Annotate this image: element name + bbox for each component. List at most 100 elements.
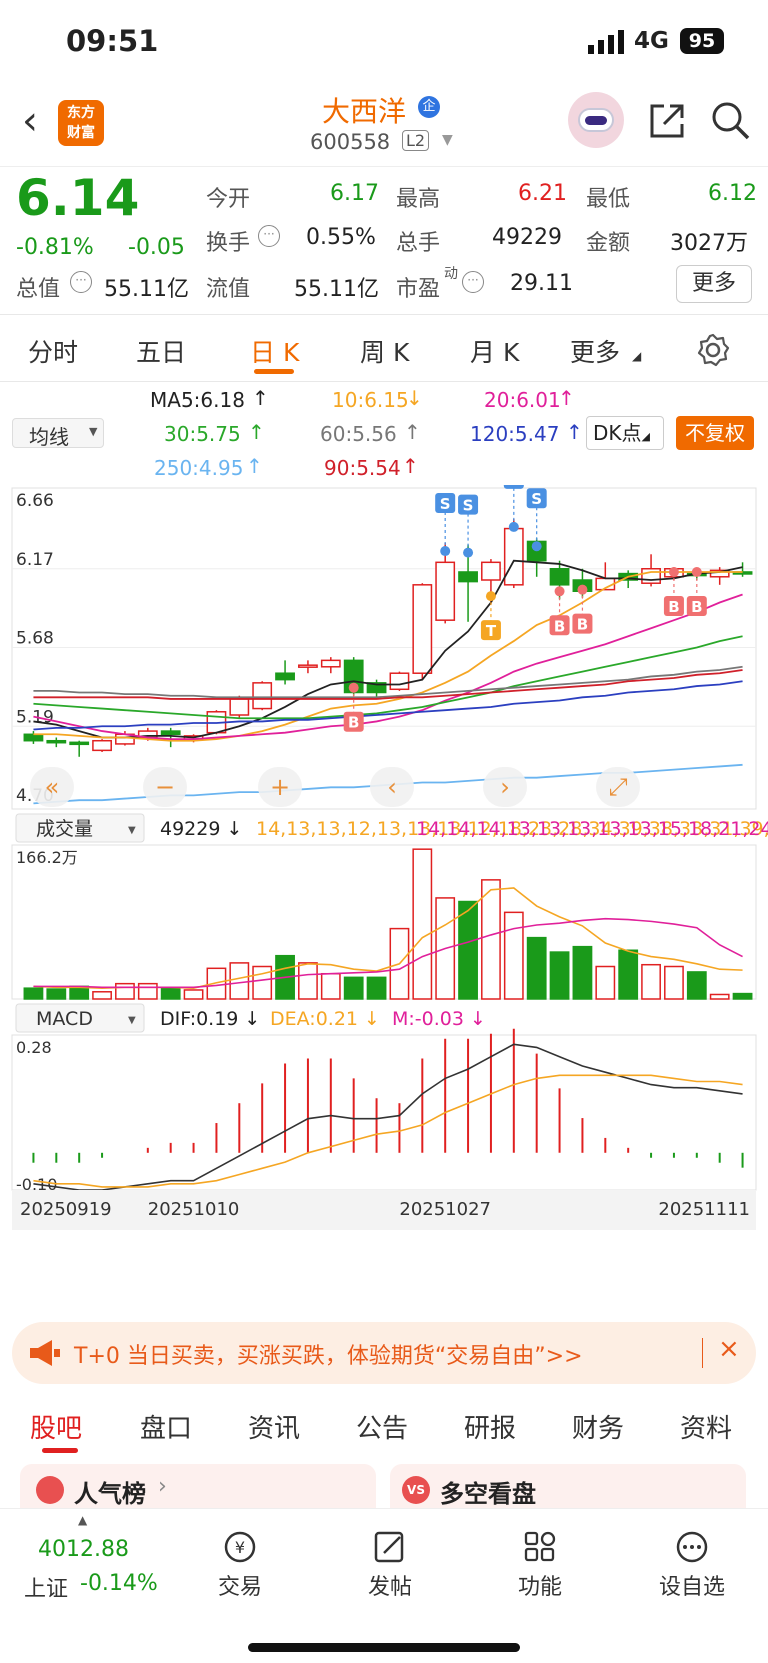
kline-chart[interactable]: 6.666.175.685.194.70BSSTSSBBBB«−+‹›⤢成交量▼… [0, 485, 768, 1315]
chart-control-0[interactable]: « [30, 767, 74, 807]
close-icon[interactable]: × [718, 1334, 740, 1364]
level2-badge[interactable]: L2 [402, 130, 430, 151]
post-button[interactable]: 发帖 [340, 1529, 440, 1601]
tab-announcements[interactable]: 公告 [356, 1408, 408, 1445]
tab-forum[interactable]: 股吧 [30, 1408, 82, 1445]
edit-icon [374, 1531, 404, 1563]
volume-bar-up [481, 879, 501, 1000]
home-indicator [248, 1643, 520, 1652]
dk-point-button[interactable]: DK点◢ [586, 416, 664, 450]
tab-monthly-k[interactable]: 月 K [470, 333, 519, 369]
chart-control-5[interactable]: ⤢ [596, 767, 640, 807]
active-tab-indicator [42, 1448, 78, 1453]
up-arrow-icon: ↑ [246, 454, 263, 478]
up-arrow-icon: ↑ [402, 454, 419, 478]
tab-profile[interactable]: 资料 [680, 1408, 732, 1445]
open-value: 6.17 [330, 181, 379, 206]
app-logo[interactable]: 东方 财富 [58, 100, 104, 146]
card-row: 人气榜 › VS 多空看盘 [0, 1458, 768, 1510]
up-arrow-icon: ↑ [248, 420, 265, 444]
volume-bar-up [92, 991, 112, 1000]
index-value[interactable]: 4012.88 [38, 1537, 129, 1562]
candle-down [46, 739, 67, 744]
float-cap-label: 流值 [206, 277, 251, 302]
candle-down [549, 568, 570, 586]
index-name[interactable]: 上证 [24, 1571, 68, 1603]
up-arrow-icon: ↑ [404, 420, 421, 444]
dropdown-icon: ▼ [89, 425, 98, 438]
index-change[interactable]: -0.14% [80, 1571, 158, 1596]
candle-up [435, 561, 456, 621]
info-icon[interactable]: ··· [462, 271, 484, 293]
ma20-line [33, 593, 743, 741]
volume-bar-down [46, 988, 67, 1000]
tab-news[interactable]: 资讯 [248, 1408, 300, 1445]
long-short-card[interactable]: VS 多空看盘 [390, 1464, 746, 1510]
info-icon[interactable]: ··· [258, 225, 280, 247]
candle-up [412, 584, 433, 674]
search-icon[interactable] [710, 100, 752, 142]
adjust-price-button[interactable]: 不复权 [676, 416, 754, 450]
more-button[interactable]: 更多 [676, 265, 752, 303]
tab-five-day[interactable]: 五日 [136, 333, 186, 369]
chart-control-1[interactable]: − [143, 767, 187, 807]
chart-control-4[interactable]: › [483, 767, 527, 807]
tab-more[interactable]: 更多 [570, 333, 620, 369]
signal-dot [508, 521, 519, 532]
signal-label: S [508, 485, 519, 489]
volume-bar-up [298, 962, 318, 1000]
add-watchlist-button[interactable]: 设自选 [642, 1529, 742, 1601]
volume-bar-down [23, 987, 44, 1000]
tab-order-book[interactable]: 盘口 [140, 1408, 192, 1445]
chart-control-label: − [155, 773, 175, 801]
function-label: 功能 [517, 1575, 562, 1600]
chart-control-3[interactable]: ‹ [370, 767, 414, 807]
chart-control-2[interactable]: + [258, 767, 302, 807]
signal-icon [588, 30, 624, 54]
date-label: 20251111 [658, 1199, 750, 1220]
macd-dif-line [33, 1043, 743, 1191]
date-label: 20251027 [399, 1199, 491, 1220]
ma-selector[interactable]: 均线 ▼ [12, 418, 104, 449]
tab-daily-k[interactable]: 日 K [250, 333, 299, 369]
tab-finance[interactable]: 财务 [572, 1408, 624, 1445]
volume-bar-up [252, 965, 273, 1000]
tab-weekly-k[interactable]: 周 K [360, 333, 409, 369]
gear-icon[interactable] [696, 333, 730, 367]
ma-selector-label: 均线 [29, 425, 69, 449]
caret-icon: ◢ [632, 349, 642, 363]
megaphone-icon [30, 1340, 60, 1366]
chart-control-label: « [45, 773, 60, 801]
chevron-down-icon[interactable]: ▼ [442, 132, 453, 148]
tab-research[interactable]: 研报 [464, 1408, 516, 1445]
chart-control-label: › [500, 773, 510, 801]
promo-banner[interactable]: T+0 当日买卖，买涨买跌，体验期货“交易自由”>> × [12, 1322, 756, 1384]
bottom-toolbar: ▲ 4012.88 上证 -0.14% ¥ 交易 发帖 功能 设自选 [0, 1508, 768, 1663]
info-icon[interactable]: ··· [70, 271, 92, 293]
promo-text: T+0 当日买卖，买涨买跌，体验期货“交易自由”>> [74, 1344, 583, 1369]
ma120-line [33, 680, 743, 731]
signal-dot [577, 584, 588, 595]
up-arrow-icon: ↑ [558, 386, 575, 410]
post-label: 发帖 [367, 1575, 412, 1600]
share-icon[interactable] [648, 102, 686, 140]
volume-bar-down [526, 936, 547, 1000]
stock-name[interactable]: 大西洋 [322, 90, 406, 130]
ai-assistant-avatar[interactable] [568, 92, 624, 148]
tab-intraday[interactable]: 分时 [28, 333, 78, 369]
function-button[interactable]: 功能 [490, 1529, 590, 1601]
float-cap-value: 55.11亿 [294, 277, 379, 302]
svg-text:¥: ¥ [235, 1538, 245, 1557]
divider [702, 1338, 703, 1368]
date-axis-bg [12, 1190, 756, 1230]
candle-up [503, 527, 524, 586]
trade-button[interactable]: ¥ 交易 [190, 1529, 290, 1601]
volume-last: 49229 ↓ [160, 818, 242, 840]
low-label: 最低 [586, 187, 631, 212]
popularity-card[interactable]: 人气榜 › [20, 1464, 376, 1510]
volume-bar-up [641, 963, 661, 1000]
battery-icon: 95 [680, 28, 724, 54]
back-icon[interactable]: ‹ [22, 98, 38, 144]
volume-bar-down [686, 971, 707, 1000]
y-tick-label: 6.17 [16, 550, 54, 570]
